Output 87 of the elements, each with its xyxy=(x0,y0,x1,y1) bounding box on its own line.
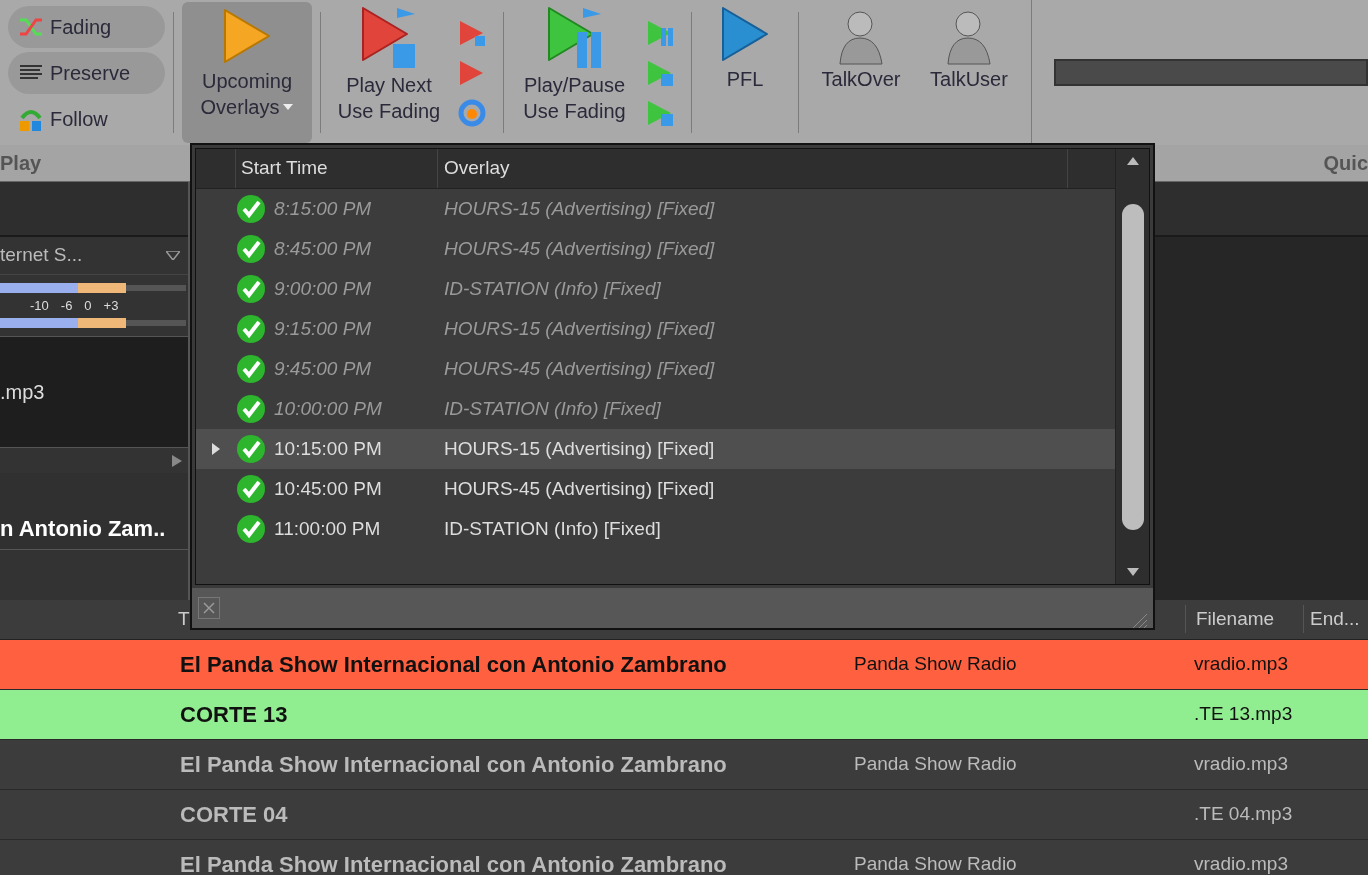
caret-icon xyxy=(166,251,180,260)
file-name: .mp3 xyxy=(0,380,45,405)
overlay-name: HOURS-15 (Advertising) [Fixed] xyxy=(444,197,715,219)
check-icon xyxy=(236,194,266,224)
track-title: El Panda Show Internacional con Antonio Zambrano xyxy=(180,852,727,875)
overlay-row[interactable]: 10:15:00 PM HOURS-15 (Advertising) [Fixed] xyxy=(196,429,1115,469)
file-name: .TE 13.mp3 xyxy=(1194,702,1293,727)
check-icon xyxy=(236,514,266,544)
overlay-row[interactable]: 10:00:00 PM ID-STATION (Info) [Fixed] xyxy=(196,389,1115,429)
overlay-name: ID-STATION (Info) [Fixed] xyxy=(444,397,661,419)
track-title: El Panda Show Internacional con Antonio Zambrano xyxy=(180,752,727,777)
output-name: ternet S... xyxy=(0,243,83,268)
scale-label: 0 xyxy=(84,296,92,315)
close-button[interactable] xyxy=(198,597,220,619)
playlist-row[interactable]: El Panda Show Internacional con Antonio Zambrano Panda Show Radio vradio.mp3 xyxy=(0,640,1368,690)
check-icon xyxy=(236,434,266,464)
pfl-button[interactable]: PFL xyxy=(700,0,790,145)
overlay-row[interactable]: 8:15:00 PM HOURS-15 (Advertising) [Fixed] xyxy=(196,189,1115,229)
close-icon xyxy=(203,602,215,614)
play-pause-button[interactable]: Play/Pause Use Fading xyxy=(512,0,637,145)
column-header: T xyxy=(178,607,190,629)
overlay-row[interactable]: 11:00:00 PM ID-STATION (Info) [Fixed] xyxy=(196,509,1115,549)
check-icon xyxy=(236,234,266,264)
overlay-name: HOURS-15 (Advertising) [Fixed] xyxy=(444,437,715,459)
overlay-row[interactable]: 10:45:00 PM HOURS-45 (Advertising) [Fixed] xyxy=(196,469,1115,509)
playlist-row[interactable]: CORTE 13 .TE 13.mp3 xyxy=(0,690,1368,740)
start-time: 8:15:00 PM xyxy=(274,196,372,221)
start-time: 10:45:00 PM xyxy=(274,476,382,501)
resize-grip-icon xyxy=(1131,612,1147,628)
overlay-name: HOURS-45 (Advertising) [Fixed] xyxy=(444,477,715,499)
scale-label: -6 xyxy=(60,296,73,315)
check-icon xyxy=(236,474,266,504)
artist-name: Panda Show Radio xyxy=(854,753,1017,775)
talk-button[interactable]: TalkOver xyxy=(807,0,915,145)
group-label: Play xyxy=(0,151,42,176)
overlay-name: HOURS-45 (Advertising) [Fixed] xyxy=(444,357,715,379)
toggle-button[interactable]: Preserve xyxy=(8,51,165,94)
column-header: Start Time xyxy=(241,156,328,181)
upcoming-overlays-button[interactable]: Upcoming Overlays xyxy=(182,2,312,143)
play-next-button[interactable]: Play Next Use Fading xyxy=(329,0,449,145)
dropdown-button[interactable] xyxy=(166,251,180,260)
overlay-name: HOURS-15 (Advertising) [Fixed] xyxy=(444,317,715,339)
track-title: CORTE 13 xyxy=(180,702,288,727)
overlay-name: ID-STATION (Info) [Fixed] xyxy=(444,517,661,539)
overlay-row[interactable]: 9:00:00 PM ID-STATION (Info) [Fixed] xyxy=(196,269,1115,309)
scroll-thumb[interactable] xyxy=(1121,203,1144,530)
file-name: vradio.mp3 xyxy=(1194,852,1288,875)
start-time: 10:00:00 PM xyxy=(274,396,382,421)
check-icon xyxy=(236,354,266,384)
track-title: n Antonio Zam.. xyxy=(0,515,166,543)
column-header: Filename xyxy=(1196,607,1275,629)
talk-button[interactable]: TalkUser xyxy=(915,0,1023,145)
toggle-button[interactable]: Fading xyxy=(8,5,165,48)
check-icon xyxy=(236,394,266,424)
overlay-row[interactable]: 9:15:00 PM HOURS-15 (Advertising) [Fixed] xyxy=(196,309,1115,349)
group-label: Quic xyxy=(1323,151,1368,176)
overlay-name: HOURS-45 (Advertising) [Fixed] xyxy=(444,237,715,259)
track-title: El Panda Show Internacional con Antonio Zambrano xyxy=(180,652,727,677)
scroll-right-icon xyxy=(172,454,182,467)
overlay-row[interactable]: 8:45:00 PM HOURS-45 (Advertising) [Fixed] xyxy=(196,229,1115,269)
toggle-button[interactable]: Follow xyxy=(8,97,165,140)
file-name: vradio.mp3 xyxy=(1194,652,1288,677)
file-name: vradio.mp3 xyxy=(1194,752,1288,777)
row-pointer-icon xyxy=(212,443,220,455)
scroll-down-icon xyxy=(1126,568,1139,576)
overlay-row[interactable]: 9:45:00 PM HOURS-45 (Advertising) [Fixed] xyxy=(196,349,1115,389)
caret-icon xyxy=(283,104,294,110)
column-header: End... xyxy=(1310,607,1360,629)
check-icon xyxy=(236,274,266,304)
refresh-icon xyxy=(457,97,487,128)
start-time: 10:15:00 PM xyxy=(274,436,382,461)
small-play-button[interactable] xyxy=(457,97,487,128)
scroll-up-icon xyxy=(1126,157,1139,165)
track-title: CORTE 04 xyxy=(180,802,288,827)
start-time: 11:00:00 PM xyxy=(274,516,381,541)
artist-name: Panda Show Radio xyxy=(854,653,1017,675)
start-time: 9:15:00 PM xyxy=(274,316,372,341)
check-icon xyxy=(236,314,266,344)
artist-name: Panda Show Radio xyxy=(854,853,1017,875)
file-name: .TE 04.mp3 xyxy=(1194,802,1293,827)
start-time: 9:45:00 PM xyxy=(274,356,372,381)
overlay-name: ID-STATION (Info) [Fixed] xyxy=(444,277,661,299)
scale-label: +3 xyxy=(103,296,119,315)
scale-label: -10 xyxy=(30,296,49,315)
start-time: 9:00:00 PM xyxy=(274,276,372,301)
start-time: 8:45:00 PM xyxy=(274,236,372,261)
column-header: Overlay xyxy=(444,156,510,181)
